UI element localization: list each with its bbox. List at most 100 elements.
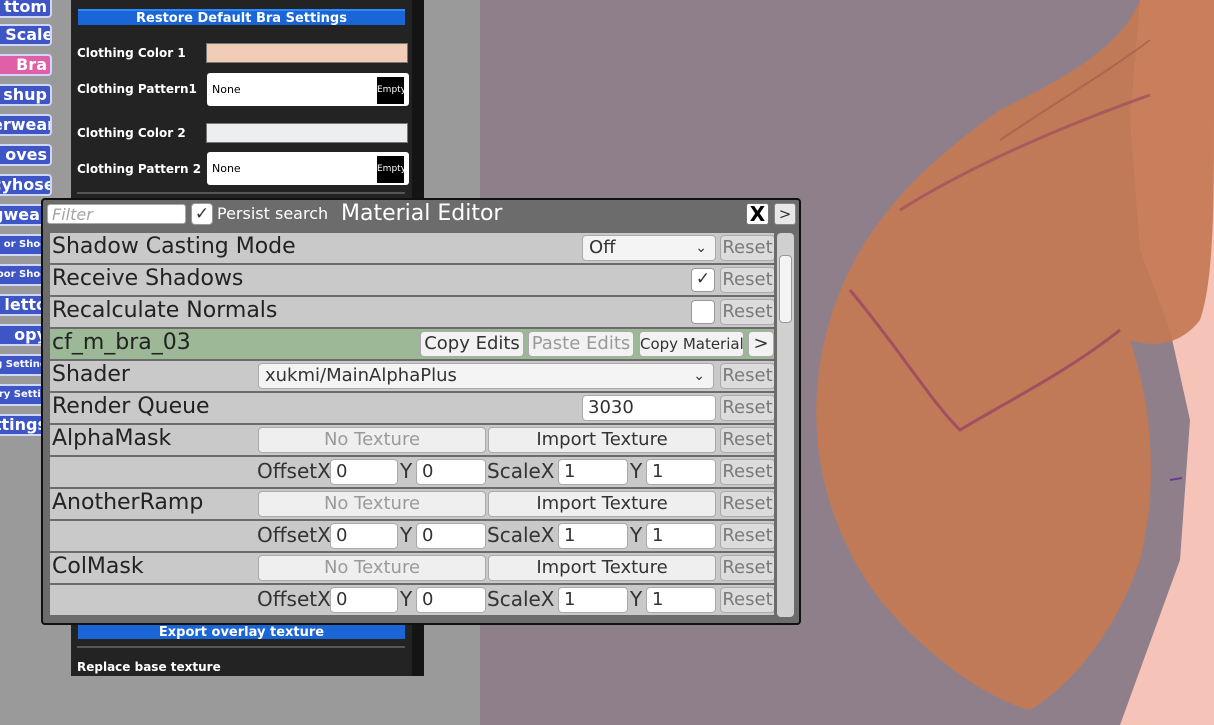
recalculate-normals-checkbox[interactable] xyxy=(691,300,715,324)
category-pushup-button[interactable]: shup xyxy=(0,84,52,106)
import-texture-button[interactable]: Import Texture xyxy=(488,491,716,517)
receive-shadows-checkbox[interactable]: ✓ xyxy=(691,268,715,292)
texture-transform-row: OffsetX 0 Y 0 ScaleX 1 Y 1 Reset xyxy=(50,521,774,551)
offset-y-input[interactable]: 0 xyxy=(416,523,486,549)
clothing-pattern2-value: None xyxy=(212,162,241,175)
texture-transform-row: OffsetX 0 Y 0 ScaleX 1 Y 1 Reset xyxy=(50,585,774,615)
paste-edits-button[interactable]: Paste Edits xyxy=(528,331,634,357)
chevron-down-icon: ⌄ xyxy=(695,240,707,256)
reset-button[interactable]: Reset xyxy=(720,459,774,485)
offset-x-input[interactable]: 0 xyxy=(330,523,398,549)
persist-search-checkbox[interactable]: ✓ xyxy=(191,203,213,225)
panel-divider xyxy=(77,192,405,194)
shadow-casting-label: Shadow Casting Mode xyxy=(52,234,296,259)
chevron-down-icon: ⌄ xyxy=(693,368,705,384)
reset-button[interactable]: Reset xyxy=(720,587,774,613)
scale-x-label: ScaleX xyxy=(487,459,555,483)
reset-button[interactable]: Reset xyxy=(720,267,774,293)
copy-material-button[interactable]: Copy Material xyxy=(639,331,744,357)
clothing-pattern2-select[interactable]: None Empty xyxy=(207,152,409,185)
no-texture-button[interactable]: No Texture xyxy=(258,427,486,453)
scrollbar-thumb[interactable] xyxy=(779,255,792,323)
window-title: Material Editor xyxy=(341,201,503,226)
import-texture-button[interactable]: Import Texture xyxy=(488,555,716,581)
clothing-pattern1-label: Clothing Pattern1 xyxy=(77,82,197,96)
clothing-color2-swatch[interactable] xyxy=(206,123,408,143)
category-pantyhose-button[interactable]: cyhose xyxy=(0,174,52,196)
scale-y-label: Y xyxy=(630,587,643,611)
material-more-button[interactable]: > xyxy=(748,331,774,357)
offset-y-label: Y xyxy=(400,587,413,611)
clothing-pattern2-label: Clothing Pattern 2 xyxy=(77,162,202,176)
texture-row: AlphaMask No Texture Import Texture Rese… xyxy=(50,425,774,455)
close-icon: X xyxy=(749,202,766,226)
reset-button[interactable]: Reset xyxy=(720,523,774,549)
receive-shadows-row: Receive Shadows ✓ Reset xyxy=(50,265,774,295)
vertical-scrollbar[interactable] xyxy=(777,233,794,617)
category-scale-button[interactable]: t Scale xyxy=(0,24,52,46)
reset-button[interactable]: Reset xyxy=(720,235,774,261)
close-button[interactable]: X xyxy=(746,203,769,225)
clothing-color1-swatch[interactable] xyxy=(206,43,408,63)
scale-y-input[interactable]: 1 xyxy=(646,459,716,485)
no-texture-button[interactable]: No Texture xyxy=(258,555,486,581)
restore-default-button[interactable]: Restore Default Bra Settings xyxy=(78,9,405,26)
offset-x-label: OffsetX xyxy=(257,587,331,611)
shader-row: Shader xukmi/MainAlphaPlus ⌄ Reset xyxy=(50,361,774,391)
render-queue-input[interactable]: 3030 xyxy=(582,395,716,421)
replace-base-texture-label: Replace base texture xyxy=(77,660,221,674)
scale-y-input[interactable]: 1 xyxy=(646,587,716,613)
offset-y-label: Y xyxy=(400,459,413,483)
scale-x-input[interactable]: 1 xyxy=(558,587,628,613)
category-bra-button[interactable]: Bra xyxy=(0,54,52,76)
export-overlay-button[interactable]: Export overlay texture xyxy=(78,623,405,640)
material-editor-titlebar[interactable]: ✓ Persist search Material Editor X > xyxy=(43,200,799,228)
shader-value: xukmi/MainAlphaPlus xyxy=(265,365,457,386)
category-bottom-button[interactable]: ttom xyxy=(0,0,52,18)
texture-label: ColMask xyxy=(52,554,144,579)
offset-x-input[interactable]: 0 xyxy=(330,587,398,613)
offset-x-label: OffsetX xyxy=(257,523,331,547)
offset-y-input[interactable]: 0 xyxy=(416,587,486,613)
offset-x-input[interactable]: 0 xyxy=(330,459,398,485)
filter-input[interactable] xyxy=(47,204,186,224)
expand-button[interactable]: > xyxy=(774,203,796,225)
reset-button[interactable]: Reset xyxy=(720,363,774,389)
import-texture-button[interactable]: Import Texture xyxy=(488,427,716,453)
shadow-casting-dropdown[interactable]: Off ⌄ xyxy=(582,235,716,261)
clothing-color2-label: Clothing Color 2 xyxy=(77,126,186,140)
clothing-pattern1-select[interactable]: None Empty xyxy=(207,73,409,106)
material-editor-window: ✓ Persist search Material Editor X > Sha… xyxy=(41,198,801,625)
category-gloves-button[interactable]: oves xyxy=(0,144,52,166)
reset-button[interactable]: Reset xyxy=(720,555,774,581)
offset-y-input[interactable]: 0 xyxy=(416,459,486,485)
scale-x-input[interactable]: 1 xyxy=(558,459,628,485)
texture-label: AnotherRamp xyxy=(52,490,204,515)
reset-button[interactable]: Reset xyxy=(720,299,774,325)
texture-label: AlphaMask xyxy=(52,426,172,451)
scale-y-input[interactable]: 1 xyxy=(646,523,716,549)
category-underwear-button[interactable]: erwear xyxy=(0,114,52,136)
receive-shadows-label: Receive Shadows xyxy=(52,266,244,291)
no-texture-button[interactable]: No Texture xyxy=(258,491,486,517)
check-icon: ✓ xyxy=(695,269,711,289)
material-editor-list: Shadow Casting Mode Off ⌄ Reset Receive … xyxy=(50,233,774,617)
scale-y-label: Y xyxy=(630,523,643,547)
reset-button[interactable]: Reset xyxy=(720,395,774,421)
offset-y-label: Y xyxy=(400,523,413,547)
recalculate-normals-label: Recalculate Normals xyxy=(52,298,278,323)
shader-dropdown[interactable]: xukmi/MainAlphaPlus ⌄ xyxy=(258,363,714,389)
texture-row: ColMask No Texture Import Texture Reset xyxy=(50,553,774,583)
recalculate-normals-row: Recalculate Normals Reset xyxy=(50,297,774,327)
panel-divider xyxy=(77,646,405,648)
reset-button[interactable]: Reset xyxy=(720,427,774,453)
scale-x-label: ScaleX xyxy=(487,587,555,611)
pattern2-thumbnail: Empty xyxy=(377,156,406,183)
pattern1-thumbnail: Empty xyxy=(377,77,406,104)
texture-row: AnotherRamp No Texture Import Texture Re… xyxy=(50,489,774,519)
reset-button[interactable]: Reset xyxy=(720,491,774,517)
chevron-right-icon: > xyxy=(778,205,792,223)
copy-edits-button[interactable]: Copy Edits xyxy=(420,331,524,357)
material-header-row: cf_m_bra_03 Copy Edits Paste Edits Copy … xyxy=(50,329,774,359)
scale-x-input[interactable]: 1 xyxy=(558,523,628,549)
